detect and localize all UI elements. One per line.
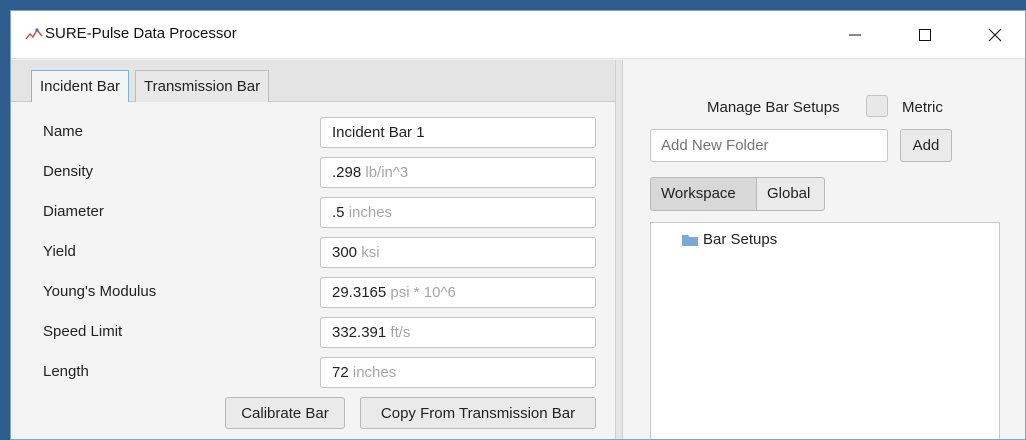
close-icon: [988, 28, 1002, 42]
title-bar: SURE-Pulse Data Processor: [11, 11, 1025, 59]
diameter-unit: inches: [348, 204, 393, 221]
diameter-value: .5: [332, 204, 345, 221]
density-input[interactable]: .298 lb/in^3: [320, 157, 596, 188]
speed-limit-value: 332.391: [332, 324, 387, 341]
maximize-icon: [919, 29, 931, 41]
metric-checkbox[interactable]: [866, 95, 888, 117]
youngs-modulus-value: 29.3165: [332, 284, 387, 301]
tab-incident-bar[interactable]: Incident Bar: [31, 70, 130, 102]
minimize-icon: [849, 34, 861, 36]
length-unit: inches: [352, 364, 397, 381]
calibrate-bar-button[interactable]: Calibrate Bar: [225, 397, 345, 429]
split-pane-divider[interactable]: [615, 60, 623, 439]
close-button[interactable]: [971, 11, 1019, 59]
metric-label: Metric: [902, 99, 943, 116]
add-folder-button[interactable]: Add: [900, 129, 952, 162]
add-new-folder-input[interactable]: [650, 129, 888, 162]
app-window: SURE-Pulse Data Processor Incident Bar T…: [10, 10, 1026, 440]
bar-setups-tree: Bar Setups: [650, 222, 1000, 439]
name-label: Name: [43, 123, 84, 140]
density-unit: lb/in^3: [365, 164, 409, 181]
length-value: 72: [332, 364, 349, 381]
yield-label: Yield: [43, 243, 76, 260]
yield-value: 300: [332, 244, 358, 261]
tab-transmission-bar[interactable]: Transmission Bar: [135, 70, 270, 102]
bar-tab-header: Incident Bar Transmission Bar: [11, 60, 615, 102]
density-label: Density: [43, 163, 94, 180]
youngs-modulus-input[interactable]: 29.3165 psi * 10^6: [320, 277, 596, 308]
speed-limit-input[interactable]: 332.391 ft/s: [320, 317, 596, 348]
yield-unit: ksi: [361, 244, 380, 261]
tree-item-label: Bar Setups: [703, 231, 778, 248]
tab-global[interactable]: Global: [756, 177, 825, 211]
yield-input[interactable]: 300 ksi: [320, 237, 596, 268]
length-label: Length: [43, 363, 89, 380]
folder-icon: [682, 234, 698, 246]
speed-limit-unit: ft/s: [390, 324, 411, 341]
density-value: .298: [332, 164, 362, 181]
copy-from-transmission-bar-button[interactable]: Copy From Transmission Bar: [360, 397, 596, 429]
window-title: SURE-Pulse Data Processor: [45, 25, 237, 42]
diameter-input[interactable]: .5 inches: [320, 197, 596, 228]
tab-workspace[interactable]: Workspace: [650, 177, 757, 211]
name-value: Incident Bar 1: [332, 124, 425, 141]
youngs-modulus-label: Young's Modulus: [43, 283, 157, 300]
youngs-modulus-unit: psi * 10^6: [390, 284, 456, 301]
length-input[interactable]: 72 inches: [320, 357, 596, 388]
minimize-button[interactable]: [831, 11, 879, 59]
diameter-label: Diameter: [43, 203, 104, 220]
speed-limit-label: Speed Limit: [43, 323, 123, 340]
bar-properties-pane: Incident Bar Transmission Bar Name Incid…: [11, 60, 615, 439]
maximize-button[interactable]: [901, 11, 949, 59]
tree-item-bar-setups[interactable]: Bar Setups: [681, 231, 777, 248]
bar-setups-pane: Manage Bar Setups Metric Add Workspace G…: [623, 60, 1025, 439]
manage-bar-setups-label: Manage Bar Setups: [707, 99, 840, 116]
name-input[interactable]: Incident Bar 1: [320, 117, 596, 148]
app-logo-icon: [25, 28, 43, 40]
